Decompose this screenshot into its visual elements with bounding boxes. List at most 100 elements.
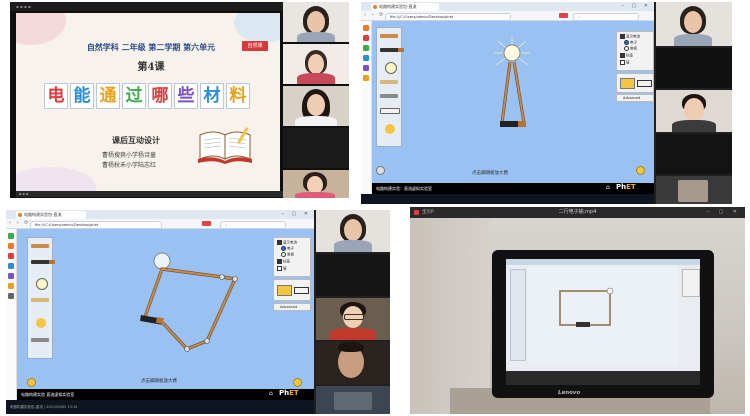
advanced-toggle[interactable]: Advanced (616, 94, 654, 102)
nav-buttons[interactable]: ‹ › ⟳ (9, 220, 30, 226)
lesson-slide: 自然课 自然学科 二年级 第二学期 第六单元 第4课 电能通过哪些材料 课后互动… (16, 13, 280, 191)
sidebar-app-icon[interactable] (363, 55, 369, 61)
webcam-tile-2[interactable] (283, 44, 349, 84)
sidebar-app-icon[interactable] (8, 273, 14, 279)
values-checkbox[interactable] (277, 266, 282, 271)
eraser-tool[interactable] (380, 108, 400, 114)
show-current-checkbox[interactable] (620, 34, 625, 39)
extension-icon[interactable] (202, 221, 211, 226)
browser-tab[interactable]: 电路构建实验包-直流 (16, 211, 86, 219)
zoom-icon[interactable] (636, 166, 645, 175)
monitor-brand: Lenovo (558, 390, 581, 396)
phet-sim-canvas[interactable]: 显示电流 电子 常规 标签 值 Advanced 点击脚踏板放大费 (372, 21, 654, 183)
coin-tool[interactable] (385, 124, 395, 134)
zoom-icon[interactable] (293, 378, 302, 387)
webcam-tile-3[interactable] (283, 86, 349, 126)
url-field[interactable]: file:///C:/Users/admin/Desktop/phet (30, 220, 162, 229)
slide-title: 电能通过哪些材料 (44, 83, 250, 109)
address-bar: ‹ › ⟳ file:///C:/Users/admin/Desktop/phe… (361, 11, 654, 21)
sidebar-app-icon[interactable] (8, 293, 14, 299)
conventional-radio[interactable] (281, 252, 286, 257)
view-type-selector[interactable] (616, 73, 654, 93)
advanced-toggle[interactable]: Advanced (273, 303, 311, 311)
extension-icon[interactable] (559, 13, 568, 18)
show-current-checkbox[interactable] (277, 240, 282, 245)
slide-header: 自然学科 二年级 第二学期 第六单元 (86, 43, 216, 52)
switch-tool[interactable] (380, 94, 398, 98)
webcam-tile-2[interactable] (656, 48, 732, 88)
schematic-view-icon[interactable] (294, 287, 309, 294)
labels-checkbox[interactable] (277, 259, 282, 264)
browser-tab[interactable]: 电路构建实验包-直流 (371, 3, 439, 11)
values-checkbox[interactable] (620, 60, 625, 65)
webcam-tile-5[interactable] (283, 170, 349, 198)
wire-tool[interactable] (31, 244, 49, 248)
player-window-title: 二行电子输.mp4 (558, 209, 597, 215)
coin-tool[interactable] (36, 318, 46, 328)
phet-logo[interactable]: PhET (279, 389, 299, 397)
home-icon[interactable]: ⌂ (269, 390, 273, 397)
webcam-tile-4[interactable] (283, 128, 349, 168)
nav-buttons[interactable]: ‹ › ⟳ (364, 12, 385, 18)
webcam-tile-5[interactable] (316, 386, 390, 414)
switch-tool[interactable] (31, 338, 49, 342)
sidebar-app-icon[interactable] (363, 25, 369, 31)
url-field[interactable]: file:///C:/Users/admin/Desktop/phet (385, 12, 511, 21)
battery-tool[interactable] (31, 260, 55, 264)
conventional-radio[interactable] (624, 46, 629, 51)
zoom-reset-icon[interactable] (376, 166, 385, 175)
lifelike-view-icon[interactable] (620, 78, 635, 89)
sim-name: 电路构建实验 直流虚拟实验室 (21, 392, 75, 397)
lightbulb-tool[interactable] (385, 62, 397, 74)
electrons-radio[interactable] (281, 246, 286, 251)
webcam-tile-1[interactable] (656, 2, 732, 46)
webcam-tile-2[interactable] (316, 254, 390, 296)
resistor-tool[interactable] (31, 298, 49, 302)
sidebar-app-icon[interactable] (8, 283, 14, 289)
webcam-tile-5[interactable] (656, 176, 732, 204)
webcam-tile-4[interactable] (316, 342, 390, 384)
webcam-tile-3[interactable] (316, 298, 390, 340)
player-title-bar: 宝贝P 二行电子输.mp4 – ▢ ✕ (410, 207, 745, 218)
window-controls[interactable]: – ▢ ✕ (706, 207, 741, 218)
sidebar-app-icon[interactable] (8, 233, 14, 239)
window-controls[interactable]: – ▢ ✕ (621, 3, 651, 9)
resistor-tool[interactable] (380, 80, 398, 84)
phet-navbar: 电路构建实验 直流虚拟实验室 ⌂ PhET (17, 389, 314, 400)
sidebar-app-icon[interactable] (363, 35, 369, 41)
lightbulb-tool[interactable] (36, 278, 48, 290)
sidebar-app-icon[interactable] (8, 263, 14, 269)
sidebar-app-icon[interactable] (363, 45, 369, 51)
sidebar-app-icon[interactable] (8, 243, 14, 249)
circuit-diagram[interactable] (127, 249, 247, 359)
video-conference-panel-slide: ▪ ▪ ▪ ▪ 自然课 自然学科 二年级 第二学期 第六单元 第4课 电能通过哪… (10, 2, 349, 198)
electrons-radio[interactable] (624, 40, 629, 45)
phet-logo[interactable]: PhET (616, 183, 636, 191)
lifelike-view-icon[interactable] (277, 285, 292, 296)
phet-sim-canvas[interactable]: 显示电流 电子 常规 标签 值 Advanced 点击脚踏板放大费 (17, 229, 314, 389)
schematic-view-icon[interactable] (637, 80, 652, 87)
lesson-number: 第4课 (137, 62, 165, 73)
view-type-selector[interactable] (273, 279, 311, 301)
circuit-diagram[interactable] (482, 35, 542, 145)
sidebar-app-icon[interactable] (363, 75, 369, 81)
title-char: 过 (122, 83, 146, 109)
webcam-tile-1[interactable] (283, 2, 349, 42)
battery-tool[interactable] (380, 48, 404, 52)
labels-checkbox[interactable] (620, 53, 625, 58)
wire-tool[interactable] (380, 34, 398, 38)
sidebar-app-icon[interactable] (8, 253, 14, 259)
sidebar-app-icon[interactable] (363, 65, 369, 71)
slide-status-bar: ▪ ▪ ▪ (16, 191, 283, 197)
home-icon[interactable]: ⌂ (606, 184, 610, 191)
search-field[interactable]: ⌕ (220, 220, 286, 229)
search-field[interactable]: ⌕ (573, 12, 639, 21)
zoom-out-icon[interactable] (27, 378, 36, 387)
window-controls[interactable]: – ▢ ✕ (281, 211, 311, 217)
webcam-tile-3[interactable] (656, 90, 732, 132)
video-conference-panel-phet-1: 电路构建实验包-直流 – ▢ ✕ ‹ › ⟳ file:///C:/Users/… (361, 2, 732, 204)
webcam-tile-1[interactable] (316, 210, 390, 252)
browser-window: 电路构建实验包-直流 – ▢ ✕ ‹ › ⟳ file:///C:/Users/… (6, 210, 314, 414)
webcam-tile-4[interactable] (656, 134, 732, 174)
browser-tab-bar: 电路构建实验包-直流 – ▢ ✕ (361, 2, 654, 11)
